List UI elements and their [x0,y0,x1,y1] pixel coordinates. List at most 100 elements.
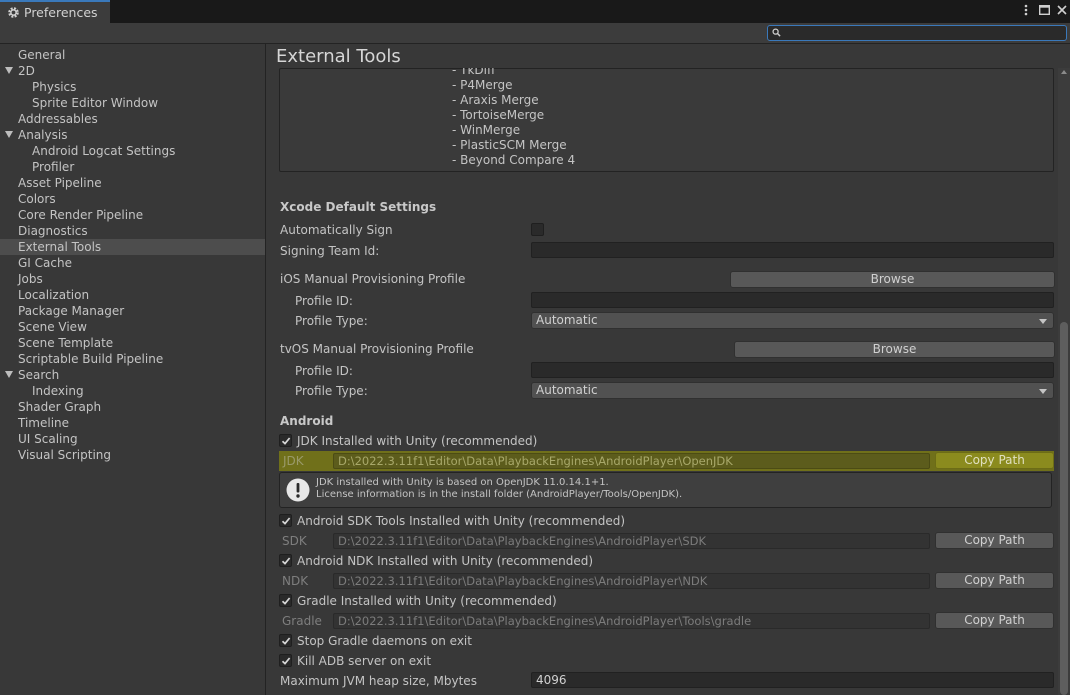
tvos-profile-type-dropdown[interactable]: Automatic [531,382,1054,399]
ios-profile-id-input[interactable] [531,292,1054,308]
jvm-heap-label: Maximum JVM heap size, Mbytes [280,674,477,688]
sidebar-item[interactable]: Analysis [0,127,265,143]
sidebar-item[interactable]: Localization [0,287,265,303]
expand-arrow-icon[interactable] [5,371,13,378]
sidebar-item[interactable]: Shader Graph [0,399,265,415]
sidebar-item[interactable]: Asset Pipeline [0,175,265,191]
sidebar-item-label: Scene View [18,320,87,334]
sidebar-item[interactable]: Scene Template [0,335,265,351]
sidebar-item-label: Addressables [18,112,98,126]
sidebar-item[interactable]: 2D [0,63,265,79]
main-panel: External Tools - TkDiff - P4Merge - Araxis… [266,44,1070,695]
jdk-label: JDK [283,454,304,468]
signing-team-input[interactable] [531,242,1054,258]
sidebar-item[interactable]: Core Render Pipeline [0,207,265,223]
sidebar-item[interactable]: Physics [0,79,265,95]
sdk-copy-path-button[interactable]: Copy Path [935,532,1054,549]
jvm-heap-input[interactable]: 4096 [531,672,1054,688]
sidebar-item[interactable]: Indexing [0,383,265,399]
sidebar-item[interactable]: Package Manager [0,303,265,319]
ndk-checkbox[interactable] [279,554,292,567]
sidebar-item[interactable]: Sprite Editor Window [0,95,265,111]
auto-sign-checkbox[interactable] [531,223,544,236]
diff-tool-item: - PlasticSCM Merge [452,138,567,152]
scrollbar-thumb[interactable] [1060,322,1068,695]
jdk-path-field[interactable]: D:\2022.3.11f1\Editor\Data\PlaybackEngin… [333,453,930,469]
sidebar-item[interactable]: Profiler [0,159,265,175]
search-input[interactable] [767,25,1067,41]
sidebar-item[interactable]: General [0,47,265,63]
sidebar-item[interactable]: GI Cache [0,255,265,271]
sidebar-item-label: Colors [18,192,56,206]
sidebar-item-label: Diagnostics [18,224,88,238]
jdk-help-line2: License information is in the install fo… [316,489,683,500]
gradle-copy-path-button[interactable]: Copy Path [935,612,1054,629]
signing-team-label: Signing Team Id: [280,244,380,258]
scroll-up-icon[interactable] [1061,70,1067,74]
diff-tool-item: - Beyond Compare 4 [452,153,576,167]
vertical-scrollbar[interactable] [1058,68,1070,695]
ndk-label: NDK [282,574,309,588]
sidebar-item[interactable]: Search [0,367,265,383]
sidebar-item[interactable]: UI Scaling [0,431,265,447]
ios-browse-button[interactable]: Browse [730,271,1055,288]
gradle-checkbox-label: Gradle Installed with Unity (recommended… [297,594,557,608]
gear-icon [8,7,19,18]
sidebar-item[interactable]: Timeline [0,415,265,431]
sidebar-item[interactable]: Jobs [0,271,265,287]
sidebar-item-label: Indexing [32,384,84,398]
sidebar-item-label: Jobs [18,272,43,286]
sidebar-item-label: Core Render Pipeline [18,208,144,222]
gradle-checkbox[interactable] [279,594,292,607]
tvos-profile-id-input[interactable] [531,362,1054,378]
jdk-help-text: JDK installed with Unity is based on Ope… [316,477,682,501]
android-section-heading: Android [280,414,334,428]
sidebar-item[interactable]: Scene View [0,319,265,335]
sdk-path-field[interactable]: D:\2022.3.11f1\Editor\Data\PlaybackEngin… [333,533,930,549]
gradle-path-field[interactable]: D:\2022.3.11f1\Editor\Data\PlaybackEngin… [333,613,930,629]
sdk-checkbox[interactable] [279,514,292,527]
jdk-checkbox[interactable] [279,434,292,447]
diff-tools-help-box: - TkDiff - P4Merge - Araxis Merge - Tortois… [279,68,1054,172]
page-title: External Tools [276,46,401,67]
search-icon [772,28,781,37]
ndk-copy-path-button[interactable]: Copy Path [935,572,1054,589]
toolbar [0,23,1070,44]
sidebar-item[interactable]: Colors [0,191,265,207]
kill-adb-checkbox[interactable] [279,654,292,667]
diff-tool-item: - P4Merge [452,78,513,92]
expand-arrow-icon[interactable] [5,67,13,74]
sidebar-item[interactable]: Visual Scripting [0,447,265,463]
diff-tool-item: - TortoiseMerge [452,108,545,122]
sidebar-item-label: GI Cache [18,256,72,270]
sidebar-item-label: Visual Scripting [18,448,111,462]
tab-title: Preferences [24,5,98,20]
more-options-icon[interactable] [1020,3,1032,17]
tvos-browse-button[interactable]: Browse [734,341,1055,358]
sidebar-item[interactable]: Addressables [0,111,265,127]
sidebar-item[interactable]: Diagnostics [0,223,265,239]
ios-profile-type-dropdown[interactable]: Automatic [531,312,1054,329]
sidebar-item-label: Search [18,368,60,382]
close-icon[interactable] [1056,3,1068,17]
sidebar-item[interactable]: External Tools [0,239,265,255]
stop-gradle-checkbox[interactable] [279,634,292,647]
ndk-path-field[interactable]: D:\2022.3.11f1\Editor\Data\PlaybackEngin… [333,573,930,589]
jdk-copy-path-button[interactable]: Copy Path [935,452,1054,469]
ndk-checkbox-label: Android NDK Installed with Unity (recomm… [297,554,594,568]
sidebar-item-label: Sprite Editor Window [32,96,159,110]
sdk-checkbox-label: Android SDK Tools Installed with Unity (… [297,514,626,528]
tvos-profile-type-value: Automatic [536,383,598,397]
sidebar-item[interactable]: Scriptable Build Pipeline [0,351,265,367]
auto-sign-label: Automatically Sign [280,223,393,237]
sidebar-item[interactable]: Android Logcat Settings [0,143,265,159]
jdk-help-box: JDK installed with Unity is based on Ope… [279,472,1052,508]
warning-icon [286,478,310,502]
sidebar-item-label: Profiler [32,160,75,174]
diff-tool-item: - Araxis Merge [452,93,539,107]
preferences-tab[interactable]: Preferences [0,0,110,23]
checkmark-icon [281,517,291,525]
maximize-icon[interactable] [1038,3,1050,17]
sidebar-item-label: Scriptable Build Pipeline [18,352,164,366]
expand-arrow-icon[interactable] [5,131,13,138]
